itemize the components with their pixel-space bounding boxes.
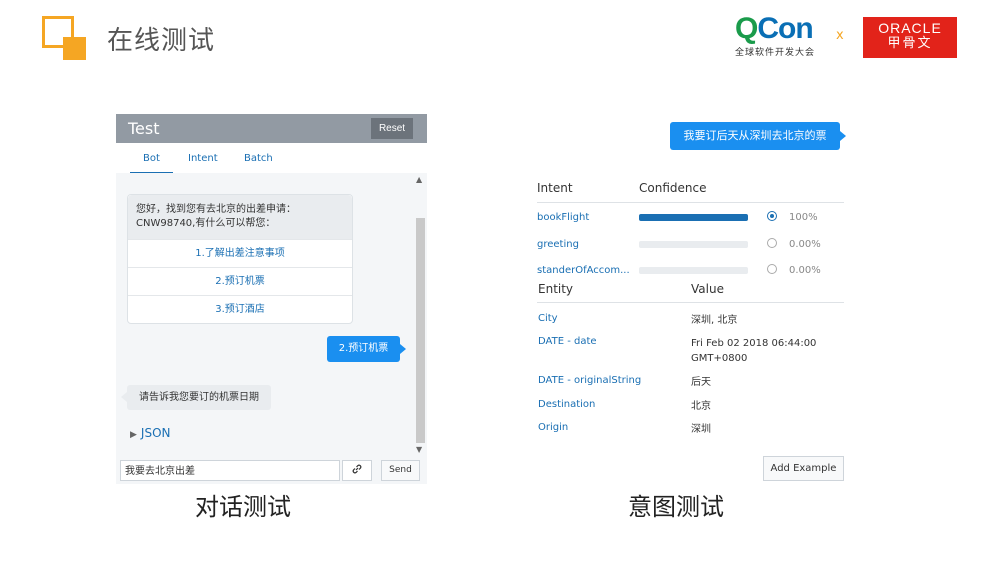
panel-title: Test (128, 119, 160, 138)
qcon-logo: QCon 全球软件开发大会 (735, 12, 825, 59)
partner-separator: x (836, 28, 844, 43)
entity-column-header: Entity (538, 282, 574, 296)
oracle-logo-cn: 甲骨文 (887, 36, 933, 51)
entity-value: 后天 (691, 377, 711, 388)
add-example-button[interactable]: Add Example (763, 456, 844, 481)
tab-intent[interactable]: Intent (188, 153, 218, 164)
confidence-percent: 100% (789, 212, 818, 223)
entity-value: 深圳 (691, 424, 711, 435)
bot-message-text: 您好，找到您有去北京的出差申请：CNW98740,有什么可以帮您： (128, 195, 352, 239)
tab-batch[interactable]: Batch (244, 153, 273, 164)
intent-radio[interactable] (767, 264, 777, 274)
user-message-bubble: 2.预订机票 (327, 336, 406, 362)
message-input-row: 我要去北京出差 Send (116, 457, 427, 484)
qcon-logo-con: Con (757, 12, 813, 45)
json-toggle[interactable]: ▶ JSON (130, 426, 171, 440)
page-title: 在线测试 (107, 26, 216, 56)
qcon-logo-q: Q (735, 12, 758, 45)
intent-column-header: Intent (537, 181, 573, 195)
bot-message-card: 您好，找到您有去北京的出差申请：CNW98740,有什么可以帮您： 1.了解出差… (127, 194, 353, 324)
chat-area: 您好，找到您有去北京的出差申请：CNW98740,有什么可以帮您： 1.了解出差… (116, 173, 414, 457)
confidence-bar (639, 267, 748, 274)
logo-square-fill (63, 37, 86, 60)
send-button[interactable]: Send (381, 460, 420, 481)
scrollbar-thumb[interactable] (416, 218, 425, 443)
option-book-hotel[interactable]: 3.预订酒店 (128, 295, 352, 323)
intent-radio[interactable] (767, 211, 777, 221)
entity-name[interactable]: Origin (538, 422, 568, 433)
tab-bot[interactable]: Bot (130, 153, 173, 174)
intent-name[interactable]: standerOfAccom... (537, 265, 630, 276)
intent-table-header: Intent Confidence (537, 181, 844, 203)
bot-reply-bubble: 请告诉我您要订的机票日期 (121, 385, 271, 410)
entity-name[interactable]: City (538, 313, 558, 324)
chat-test-caption: 对话测试 (195, 493, 291, 521)
confidence-percent: 0.00% (789, 265, 821, 276)
json-label: JSON (140, 426, 171, 440)
entity-value-line1: Fri Feb 02 2018 06:44:00 (691, 338, 817, 349)
oracle-logo-en: ORACLE (878, 20, 942, 36)
scroll-down-icon[interactable]: ▼ (416, 445, 422, 454)
brand-logo-mark (42, 16, 86, 60)
confidence-percent: 0.00% (789, 239, 821, 250)
chat-test-panel: Test Reset Bot Intent Batch 您好，找到您有去北京的出… (116, 114, 427, 484)
entity-value: 北京 (691, 401, 711, 412)
option-travel-notes[interactable]: 1.了解出差注意事项 (128, 239, 352, 267)
confidence-bar (639, 241, 748, 248)
entity-name[interactable]: Destination (538, 399, 595, 410)
confidence-bar-fill (639, 214, 748, 221)
entity-name[interactable]: DATE - originalString (538, 375, 641, 386)
chat-scrollbar[interactable]: ▲ ▼ (414, 173, 427, 457)
confidence-bar (639, 214, 748, 221)
panel-header: Test Reset (116, 114, 427, 143)
intent-name[interactable]: greeting (537, 239, 579, 250)
qcon-logo-subtitle: 全球软件开发大会 (735, 48, 816, 58)
caret-right-icon: ▶ (130, 430, 137, 440)
scroll-up-icon[interactable]: ▲ (416, 175, 422, 184)
oracle-logo: ORACLE 甲骨文 (863, 17, 957, 58)
query-bubble: 我要订后天从深圳去北京的票 (670, 122, 846, 150)
intent-row[interactable]: greeting 0.00% (537, 238, 844, 259)
intent-test-caption: 意图测试 (628, 493, 724, 521)
intent-row[interactable]: bookFlight 100% (537, 211, 844, 232)
reset-button[interactable]: Reset (371, 118, 413, 139)
message-input[interactable]: 我要去北京出差 (120, 460, 340, 481)
value-column-header: Value (691, 282, 724, 296)
entity-value-line2: GMT+0800 (691, 353, 748, 364)
confidence-column-header: Confidence (639, 181, 707, 195)
entity-value: 深圳, 北京 (691, 315, 738, 326)
link-icon[interactable] (342, 460, 372, 481)
entity-name[interactable]: DATE - date (538, 336, 597, 347)
intent-name[interactable]: bookFlight (537, 212, 589, 223)
option-book-flight[interactable]: 2.预订机票 (128, 267, 352, 295)
tab-bar: Bot Intent Batch (116, 143, 427, 174)
intent-radio[interactable] (767, 238, 777, 248)
entity-value: Fri Feb 02 2018 06:44:00 GMT+0800 (691, 336, 816, 366)
entity-table-header: Entity Value (537, 282, 844, 303)
